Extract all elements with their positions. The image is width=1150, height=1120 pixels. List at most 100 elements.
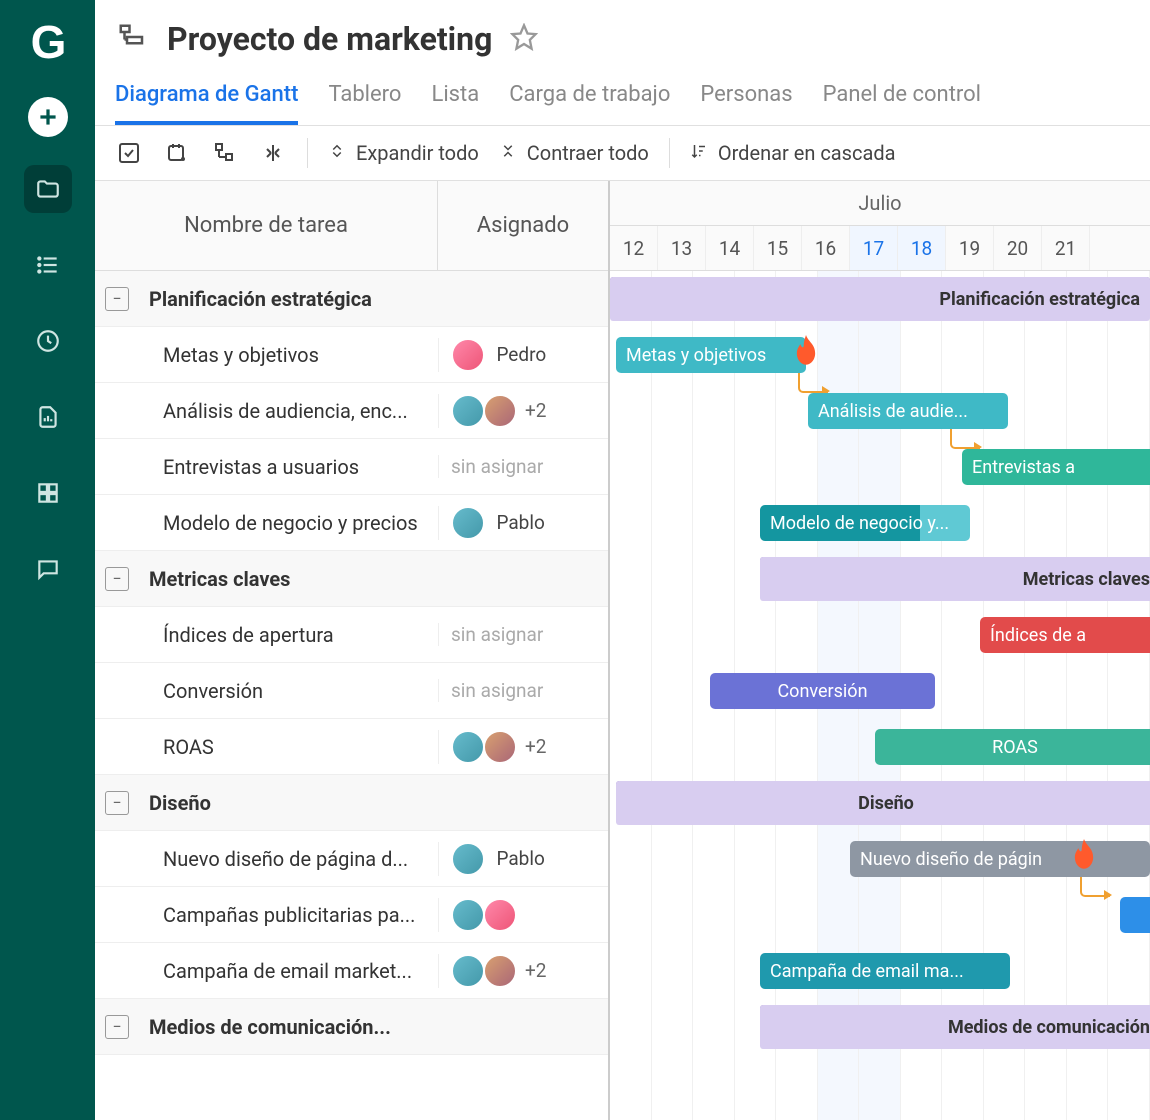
gantt-row [610,887,1150,943]
task-row[interactable]: Índices de apertura sin asignar [95,607,608,663]
assign-cell[interactable]: sin asignar [438,679,608,702]
task-row[interactable]: Campañas publicitarias pa... [95,887,608,943]
assign-cell[interactable]: +2 [438,954,608,988]
header: Proyecto de marketing Diagrama de Gantt … [95,0,1150,126]
task-row[interactable]: Análisis de audiencia, enc... +2 [95,383,608,439]
group-bar-label[interactable]: Medios de comunicación [760,1005,1150,1049]
avatar [451,898,485,932]
assign-cell[interactable]: Pablo [438,506,608,540]
group-name: Metricas claves [141,567,438,591]
task-row[interactable]: ROAS +2 [95,719,608,775]
nav-time-icon[interactable] [24,317,72,365]
task-bar[interactable]: ROAS [875,729,1150,765]
day-cell[interactable]: 20 [994,226,1042,270]
col-header-assignee[interactable]: Asignado [438,181,608,270]
subtask-icon[interactable] [211,139,239,167]
nav-reports-icon[interactable] [24,393,72,441]
day-cell[interactable]: 18 [898,226,946,270]
task-row[interactable]: Conversión sin asignar [95,663,608,719]
assign-cell[interactable]: Pedro [438,338,608,372]
avatar [451,954,485,988]
checkbox-icon[interactable] [115,139,143,167]
group-bar-label[interactable]: Diseño [616,781,1150,825]
group-bar-label[interactable]: Planificación estratégica [610,277,1150,321]
tab-list[interactable]: Lista [431,76,479,125]
group-row[interactable]: − Medios de comunicación... [95,999,608,1055]
task-bar[interactable] [1120,897,1150,933]
collapse-toggle[interactable]: − [105,567,129,591]
tab-board[interactable]: Tablero [328,76,401,125]
gantt-row: Metas y objetivos [610,327,1150,383]
tab-workload[interactable]: Carga de trabajo [509,76,670,125]
gantt-grid: Nombre de tarea Asignado − Planificación… [95,181,1150,1120]
col-header-task[interactable]: Nombre de tarea [95,181,438,270]
collapse-icon [499,141,517,165]
task-name: Nuevo diseño de página d... [155,847,438,871]
task-row[interactable]: Modelo de negocio y precios Pablo [95,495,608,551]
task-row[interactable]: Campaña de email market... +2 [95,943,608,999]
group-row[interactable]: − Metricas claves [95,551,608,607]
assign-cell[interactable]: +2 [438,394,608,428]
assign-cell[interactable]: sin asignar [438,455,608,478]
expand-all-button[interactable]: Expandir todo [328,141,479,165]
day-cell[interactable]: 14 [706,226,754,270]
collapse-toggle[interactable]: − [105,791,129,815]
collapse-all-button[interactable]: Contraer todo [499,141,649,165]
separator [669,138,670,168]
column-headers: Nombre de tarea Asignado [95,181,608,271]
collapse-label: Contraer todo [527,141,649,165]
day-cell[interactable]: 12 [610,226,658,270]
collapse-toggle[interactable]: − [105,287,129,311]
task-rows: − Planificación estratégica Metas y obje… [95,271,608,1120]
nav-projects-icon[interactable] [24,165,72,213]
task-row[interactable]: Entrevistas a usuarios sin asignar [95,439,608,495]
indent-icon[interactable] [259,139,287,167]
assign-cell[interactable]: Pablo [438,842,608,876]
tab-people[interactable]: Personas [700,76,792,125]
task-bar[interactable]: Metas y objetivos [616,337,806,373]
group-row[interactable]: − Diseño [95,775,608,831]
collapse-toggle[interactable]: − [105,1015,129,1039]
hierarchy-icon [115,22,149,56]
task-bar[interactable]: Entrevistas a [962,449,1150,485]
group-bar-label[interactable]: Metricas claves [760,557,1150,601]
app-logo: G [31,15,65,69]
day-cell[interactable]: 21 [1042,226,1090,270]
nav-chat-icon[interactable] [24,545,72,593]
day-cell[interactable]: 19 [946,226,994,270]
task-bar[interactable]: Modelo de negocio y... [760,505,970,541]
avatar [483,898,517,932]
day-cell[interactable]: 17 [850,226,898,270]
assignee-count: +2 [525,735,546,758]
star-icon[interactable] [510,23,538,55]
task-bar[interactable]: Índices de a [980,617,1150,653]
milestone-icon[interactable] [163,139,191,167]
nav-list-icon[interactable] [24,241,72,289]
cascade-sort-button[interactable]: Ordenar en cascada [690,141,896,165]
gantt-row: Nuevo diseño de págin [610,831,1150,887]
task-row[interactable]: Metas y objetivos Pedro [95,327,608,383]
gantt-row: ROAS [610,719,1150,775]
task-bar[interactable]: Conversión [710,673,935,709]
task-bar[interactable]: Análisis de audie... [808,393,1008,429]
task-bar[interactable]: Nuevo diseño de págin [850,841,1150,877]
assign-cell[interactable]: sin asignar [438,623,608,646]
add-button[interactable] [28,97,68,137]
assign-cell[interactable] [438,898,608,932]
task-row[interactable]: Nuevo diseño de página d... Pablo [95,831,608,887]
group-row[interactable]: − Planificación estratégica [95,271,608,327]
tab-gantt[interactable]: Diagrama de Gantt [115,76,298,125]
day-cell[interactable]: 16 [802,226,850,270]
day-cell[interactable]: 13 [658,226,706,270]
sort-icon [690,141,708,165]
group-name: Diseño [141,791,438,815]
task-name: Conversión [155,679,438,703]
tab-dashboard[interactable]: Panel de control [823,76,981,125]
task-bar[interactable]: Campaña de email ma... [760,953,1010,989]
assign-cell[interactable]: +2 [438,730,608,764]
task-name: Metas y objetivos [155,343,438,367]
task-name: Campañas publicitarias pa... [155,903,438,927]
day-cell[interactable]: 15 [754,226,802,270]
timeline-pane: Julio 12131415161718192021 Planificación… [610,181,1150,1120]
nav-apps-icon[interactable] [24,469,72,517]
